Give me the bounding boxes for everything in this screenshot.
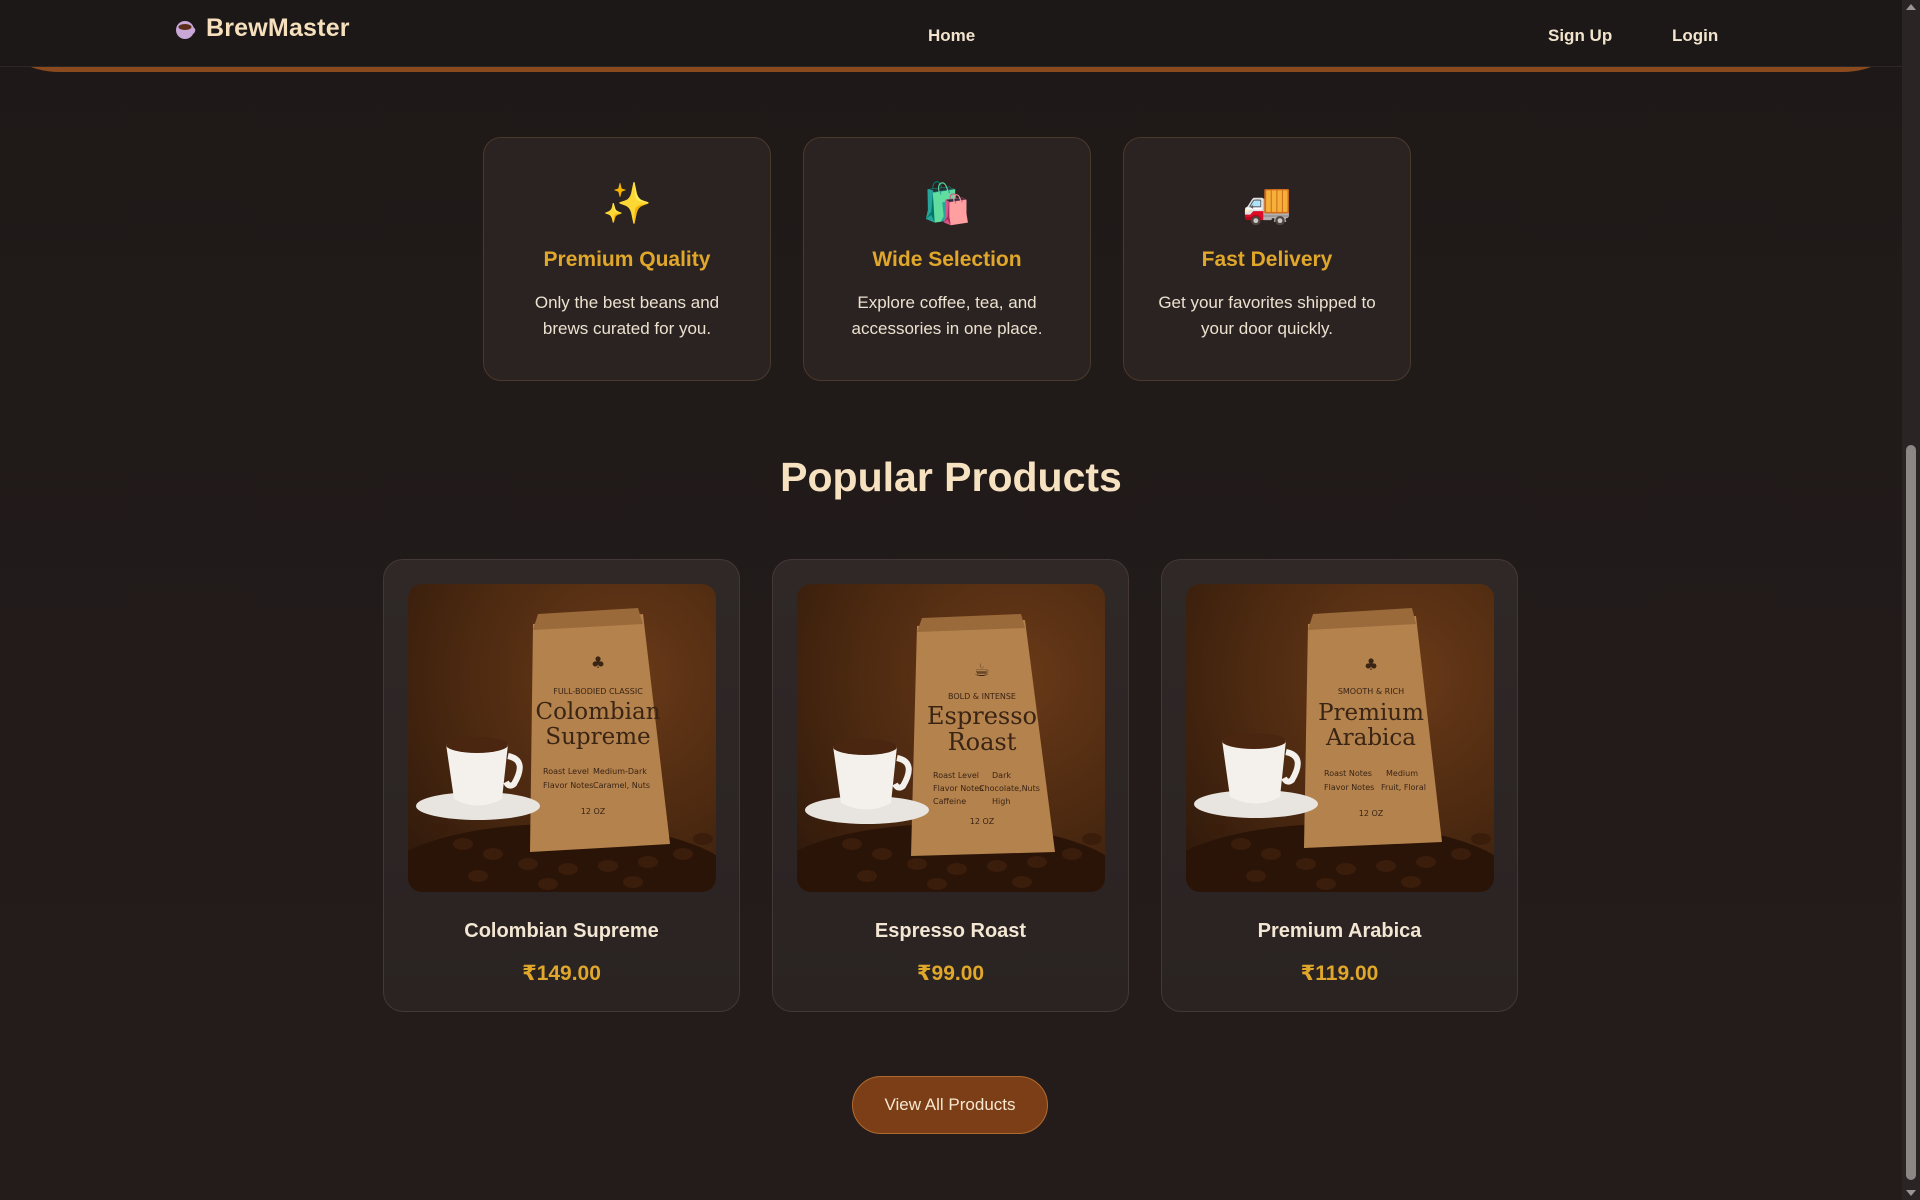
section-title: Popular Products xyxy=(780,454,1122,500)
product-image[interactable]: ☕ BOLD & INTENSE Espresso Roast Roast Le… xyxy=(797,584,1105,892)
view-all-products-button[interactable]: View All Products xyxy=(852,1076,1048,1134)
svg-text:Dark: Dark xyxy=(992,771,1011,780)
delivery-truck-icon: 🚚 xyxy=(1242,182,1292,226)
svg-text:Caffeine: Caffeine xyxy=(933,797,966,806)
product-card[interactable]: ♣ FULL-BODIED CLASSIC Colombian Supreme … xyxy=(383,559,740,1012)
nav-home-link[interactable]: Home xyxy=(928,26,975,46)
product-price: ₹119.00 xyxy=(1300,962,1379,985)
product-price: ₹99.00 xyxy=(916,962,985,985)
feature-description: Get your favorites shipped to your door … xyxy=(1158,293,1376,338)
svg-text:12 OZ: 12 OZ xyxy=(970,817,995,826)
svg-text:Premium: Premium xyxy=(1318,700,1424,726)
feature-title: Wide Selection xyxy=(872,248,1022,271)
product-name[interactable]: Colombian Supreme xyxy=(408,920,715,943)
nav-signup-link[interactable]: Sign Up xyxy=(1548,26,1612,46)
navbar: BrewMaster Home Sign Up Login xyxy=(0,0,1902,67)
nav-login-link[interactable]: Login xyxy=(1672,26,1718,46)
svg-text:Chocolate,Nuts: Chocolate,Nuts xyxy=(979,784,1040,793)
product-name[interactable]: Premium Arabica xyxy=(1186,920,1493,943)
features-row: ✨ Premium Quality Only the best beans an… xyxy=(483,137,1411,381)
product-name[interactable]: Espresso Roast xyxy=(797,920,1104,943)
brand-logo[interactable]: BrewMaster xyxy=(174,14,350,43)
product-grid: ♣ FULL-BODIED CLASSIC Colombian Supreme … xyxy=(383,559,1518,1012)
sparkles-icon: ✨ xyxy=(602,182,652,226)
feature-description: Explore coffee, tea, and accessories in … xyxy=(851,293,1043,338)
svg-text:Colombian: Colombian xyxy=(535,699,660,725)
svg-text:BOLD & INTENSE: BOLD & INTENSE xyxy=(948,692,1016,701)
product-card[interactable]: ♣ SMOOTH & RICH Premium Arabica Roast No… xyxy=(1161,559,1518,1012)
product-image[interactable]: ♣ SMOOTH & RICH Premium Arabica Roast No… xyxy=(1186,584,1494,892)
svg-text:Roast: Roast xyxy=(948,728,1017,756)
scroll-thumb[interactable] xyxy=(1906,445,1916,1180)
shopping-bags-icon: 🛍️ xyxy=(922,182,972,226)
svg-text:SMOOTH & RICH: SMOOTH & RICH xyxy=(1338,687,1404,696)
svg-text:12 OZ: 12 OZ xyxy=(1359,809,1384,818)
product-card[interactable]: ☕ BOLD & INTENSE Espresso Roast Roast Le… xyxy=(772,559,1129,1012)
svg-text:Flavor Notes: Flavor Notes xyxy=(933,784,983,793)
vertical-scrollbar[interactable] xyxy=(1902,0,1920,1200)
feature-card-selection: 🛍️ Wide Selection Explore coffee, tea, a… xyxy=(803,137,1091,381)
product-image[interactable]: ♣ FULL-BODIED CLASSIC Colombian Supreme … xyxy=(408,584,716,892)
coffee-cup-icon xyxy=(174,18,196,40)
feature-title: Fast Delivery xyxy=(1201,248,1333,271)
scroll-up-icon[interactable] xyxy=(1906,4,1916,10)
svg-text:Medium: Medium xyxy=(1386,769,1418,778)
feature-card-quality: ✨ Premium Quality Only the best beans an… xyxy=(483,137,771,381)
brand-name: BrewMaster xyxy=(206,14,350,42)
feature-title: Premium Quality xyxy=(543,248,711,271)
svg-text:Espresso: Espresso xyxy=(927,702,1037,730)
feature-card-delivery: 🚚 Fast Delivery Get your favorites shipp… xyxy=(1123,137,1411,381)
svg-text:FULL-BODIED CLASSIC: FULL-BODIED CLASSIC xyxy=(553,687,643,696)
svg-text:Medium-Dark: Medium-Dark xyxy=(593,767,647,776)
svg-text:High: High xyxy=(992,797,1010,806)
svg-text:Roast Level: Roast Level xyxy=(933,771,979,780)
svg-text:♣: ♣ xyxy=(1364,655,1378,674)
svg-text:Arabica: Arabica xyxy=(1325,725,1416,751)
scroll-down-icon[interactable] xyxy=(1906,1190,1916,1196)
feature-description: Only the best beans and brews curated fo… xyxy=(534,293,720,338)
svg-text:Fruit, Floral: Fruit, Floral xyxy=(1381,783,1426,792)
product-price: ₹149.00 xyxy=(522,962,601,985)
page: BrewMaster Home Sign Up Login ✨ Premium … xyxy=(0,0,1920,1200)
svg-text:Flavor Notes: Flavor Notes xyxy=(543,781,593,790)
svg-text:Roast Level: Roast Level xyxy=(543,767,589,776)
svg-text:12 OZ: 12 OZ xyxy=(581,807,606,816)
svg-text:Flavor Notes: Flavor Notes xyxy=(1324,783,1374,792)
svg-text:Roast Notes: Roast Notes xyxy=(1324,769,1372,778)
svg-text:☕: ☕ xyxy=(974,660,990,681)
svg-text:Supreme: Supreme xyxy=(545,724,650,750)
svg-text:Caramel, Nuts: Caramel, Nuts xyxy=(593,781,650,790)
svg-text:♣: ♣ xyxy=(591,653,605,672)
